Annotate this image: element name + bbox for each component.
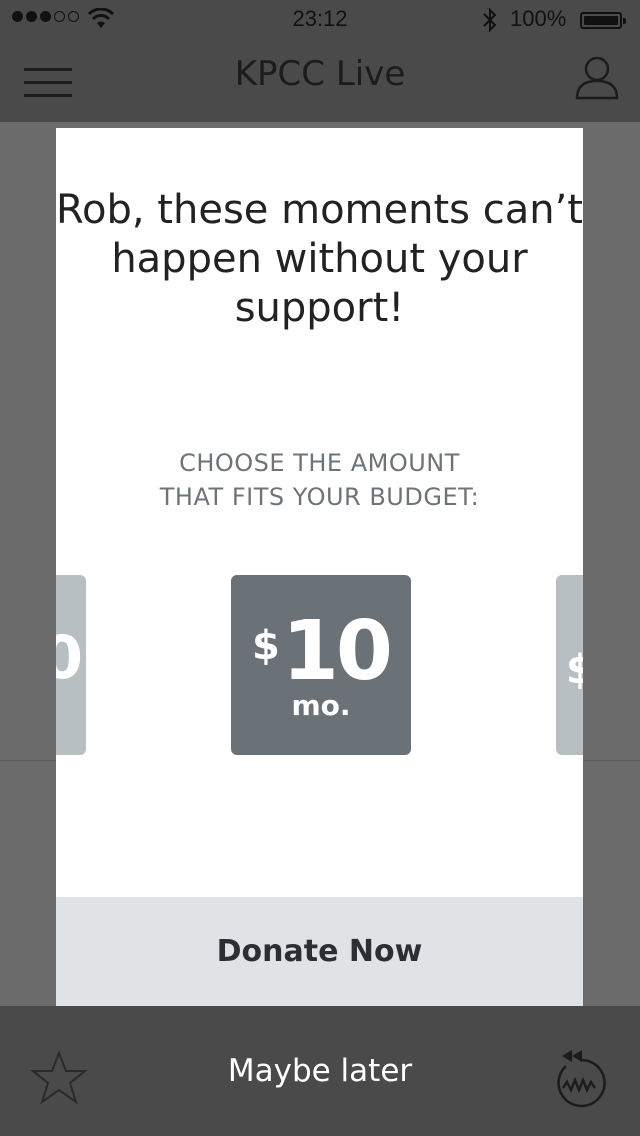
status-bar: 23:12 100% xyxy=(0,0,640,40)
maybe-later-button[interactable]: Maybe later xyxy=(170,1046,470,1096)
bluetooth-icon xyxy=(483,7,497,33)
user-icon[interactable] xyxy=(574,54,620,100)
amount-value: 10 xyxy=(281,603,393,699)
amount-option-previous[interactable]: 0 xyxy=(56,575,86,755)
modal-headline: Rob, these moments can’t happen without … xyxy=(56,187,583,331)
amount-period: mo. xyxy=(291,688,351,722)
amount-value: 0 xyxy=(56,623,83,693)
battery-icon xyxy=(580,12,626,29)
amount-currency: $ xyxy=(252,622,280,669)
donation-modal: Rob, these moments can’t happen without … xyxy=(56,128,583,1006)
amount-carousel[interactable]: 0 $ 10 mo. $ xyxy=(56,575,583,755)
rewind-live-icon[interactable] xyxy=(552,1048,608,1108)
page-title: KPCC Live xyxy=(234,54,406,94)
donate-now-button[interactable]: Donate Now xyxy=(56,897,583,1006)
amount-currency: $ xyxy=(566,647,583,693)
subhead-line-2: THAT FITS YOUR BUDGET: xyxy=(159,483,480,511)
subhead-line-1: CHOOSE THE AMOUNT xyxy=(179,449,460,477)
modal-subhead: CHOOSE THE AMOUNT THAT FITS YOUR BUDGET: xyxy=(56,446,583,514)
nav-bar: KPCC Live xyxy=(0,40,640,122)
star-icon[interactable] xyxy=(30,1050,88,1106)
amount-option-selected[interactable]: $ 10 mo. xyxy=(231,575,411,755)
battery-percent: 100% xyxy=(510,6,567,31)
amount-option-next[interactable]: $ xyxy=(556,575,583,755)
